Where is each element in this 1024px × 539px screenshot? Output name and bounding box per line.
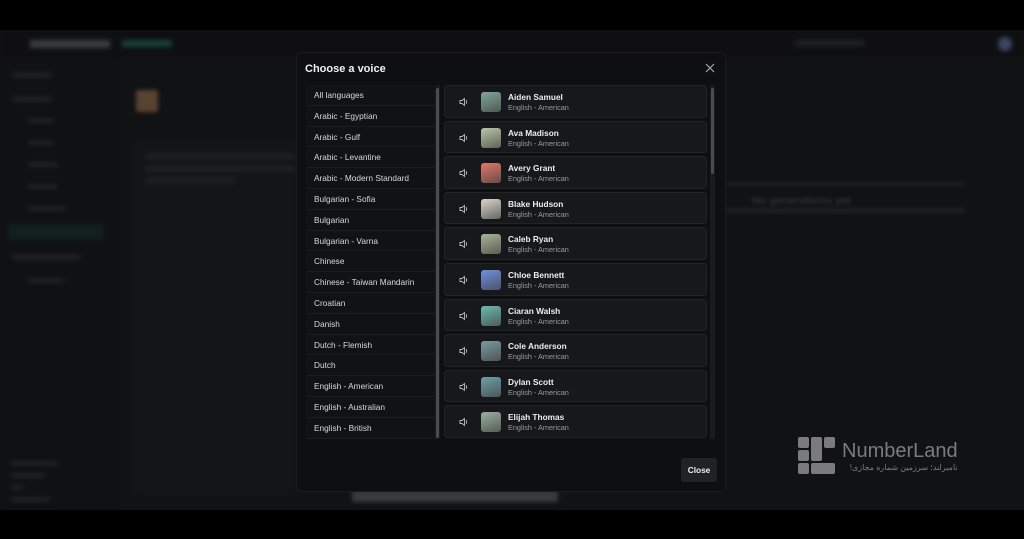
voice-card[interactable]: Avery Grant English - American <box>444 156 707 189</box>
language-item[interactable]: Arabic - Egyptian <box>306 106 435 127</box>
voice-accent: English - American <box>508 209 569 219</box>
speaker-icon[interactable] <box>459 239 469 249</box>
voice-avatar <box>481 305 501 326</box>
language-item[interactable]: Bulgarian <box>306 210 435 231</box>
language-item[interactable]: Arabic - Gulf <box>306 127 435 148</box>
voice-card[interactable]: Cole Anderson English - American <box>444 334 707 367</box>
speaker-icon[interactable] <box>459 168 469 178</box>
voice-accent: English - American <box>508 138 569 148</box>
speaker-icon[interactable] <box>459 417 469 427</box>
voice-accent: English - American <box>508 174 569 184</box>
voice-name: Ciaran Walsh <box>508 305 561 316</box>
voice-avatar <box>481 412 501 433</box>
language-item[interactable]: English - Australian <box>306 397 435 418</box>
voice-avatar <box>481 234 501 255</box>
voice-accent: English - American <box>508 387 569 397</box>
language-item[interactable]: English - American <box>306 376 435 397</box>
language-item[interactable]: Arabic - Modern Standard <box>306 168 435 189</box>
numberland-logo-icon <box>798 437 835 474</box>
voice-accent: English - American <box>508 423 569 433</box>
voice-accent: English - American <box>508 245 569 255</box>
voice-list[interactable]: Aiden Samuel English - American Ava Madi… <box>444 85 707 439</box>
close-button[interactable]: Close <box>681 458 717 482</box>
voice-card[interactable]: Chloe Bennett English - American <box>444 262 707 296</box>
voice-name: Dylan Scott <box>508 376 554 387</box>
choose-voice-dialog: Choose a voice All languages Arabic - Egy… <box>297 53 725 491</box>
language-item[interactable]: Danish <box>306 314 435 335</box>
speaker-icon[interactable] <box>459 275 469 285</box>
voice-name: Avery Grant <box>508 163 556 174</box>
language-item[interactable]: Chinese - Taiwan Mandarin <box>306 272 435 293</box>
voice-name: Chloe Bennett <box>508 269 565 280</box>
voice-list-scrollbar[interactable] <box>710 85 715 439</box>
language-item[interactable]: All languages <box>306 85 435 106</box>
voice-avatar <box>481 341 501 362</box>
voice-avatar <box>481 269 501 290</box>
voice-avatar <box>481 92 501 112</box>
dialog-title: Choose a voice <box>305 63 386 75</box>
language-item[interactable]: English - British <box>306 418 435 439</box>
language-item[interactable]: Dutch <box>306 355 435 377</box>
voice-card[interactable]: Caleb Ryan English - American <box>444 227 707 260</box>
voice-name: Aiden Samuel <box>508 92 563 102</box>
voice-avatar <box>481 127 501 148</box>
speaker-icon[interactable] <box>459 97 469 107</box>
voice-name: Elijah Thomas <box>508 412 565 423</box>
voice-accent: English - American <box>508 352 569 362</box>
language-item[interactable]: Chinese <box>306 251 435 273</box>
voice-card[interactable]: Elijah Thomas English - American <box>444 405 707 438</box>
numberland-watermark: NumberLand نامبرلند؛ سرزمین شماره مجازی! <box>798 437 958 475</box>
voice-card[interactable]: Blake Hudson English - American <box>444 191 707 225</box>
speaker-icon[interactable] <box>459 382 469 392</box>
speaker-icon[interactable] <box>459 204 469 214</box>
language-item[interactable]: Arabic - Levantine <box>306 147 435 169</box>
voice-avatar <box>481 198 501 219</box>
language-item[interactable]: Bulgarian - Varna <box>306 231 435 252</box>
voice-accent: English - American <box>508 280 569 290</box>
language-item[interactable]: Dutch - Flemish <box>306 335 435 356</box>
speaker-icon[interactable] <box>459 311 469 321</box>
speaker-icon[interactable] <box>459 346 469 356</box>
voice-card[interactable]: Aiden Samuel English - American <box>444 85 707 118</box>
voice-name: Ava Madison <box>508 127 559 138</box>
voice-name: Cole Anderson <box>508 341 567 352</box>
voice-avatar <box>481 376 501 397</box>
voice-avatar <box>481 163 501 184</box>
voice-accent: English - American <box>508 316 569 326</box>
language-list-scrollbar[interactable] <box>435 85 440 439</box>
speaker-icon[interactable] <box>459 133 469 143</box>
voice-card[interactable]: Ava Madison English - American <box>444 120 707 154</box>
voice-card[interactable]: Ciaran Walsh English - American <box>444 298 707 332</box>
language-item[interactable]: Bulgarian - Sofia <box>306 189 435 210</box>
language-list[interactable]: All languages Arabic - Egyptian Arabic - G… <box>306 85 435 439</box>
voice-name: Caleb Ryan <box>508 234 554 245</box>
voice-card[interactable]: Dylan Scott English - American <box>444 369 707 403</box>
voice-accent: English - American <box>508 103 569 112</box>
language-item[interactable]: Croatian <box>306 293 435 314</box>
close-icon[interactable] <box>703 61 717 75</box>
voice-name: Blake Hudson <box>508 198 564 209</box>
